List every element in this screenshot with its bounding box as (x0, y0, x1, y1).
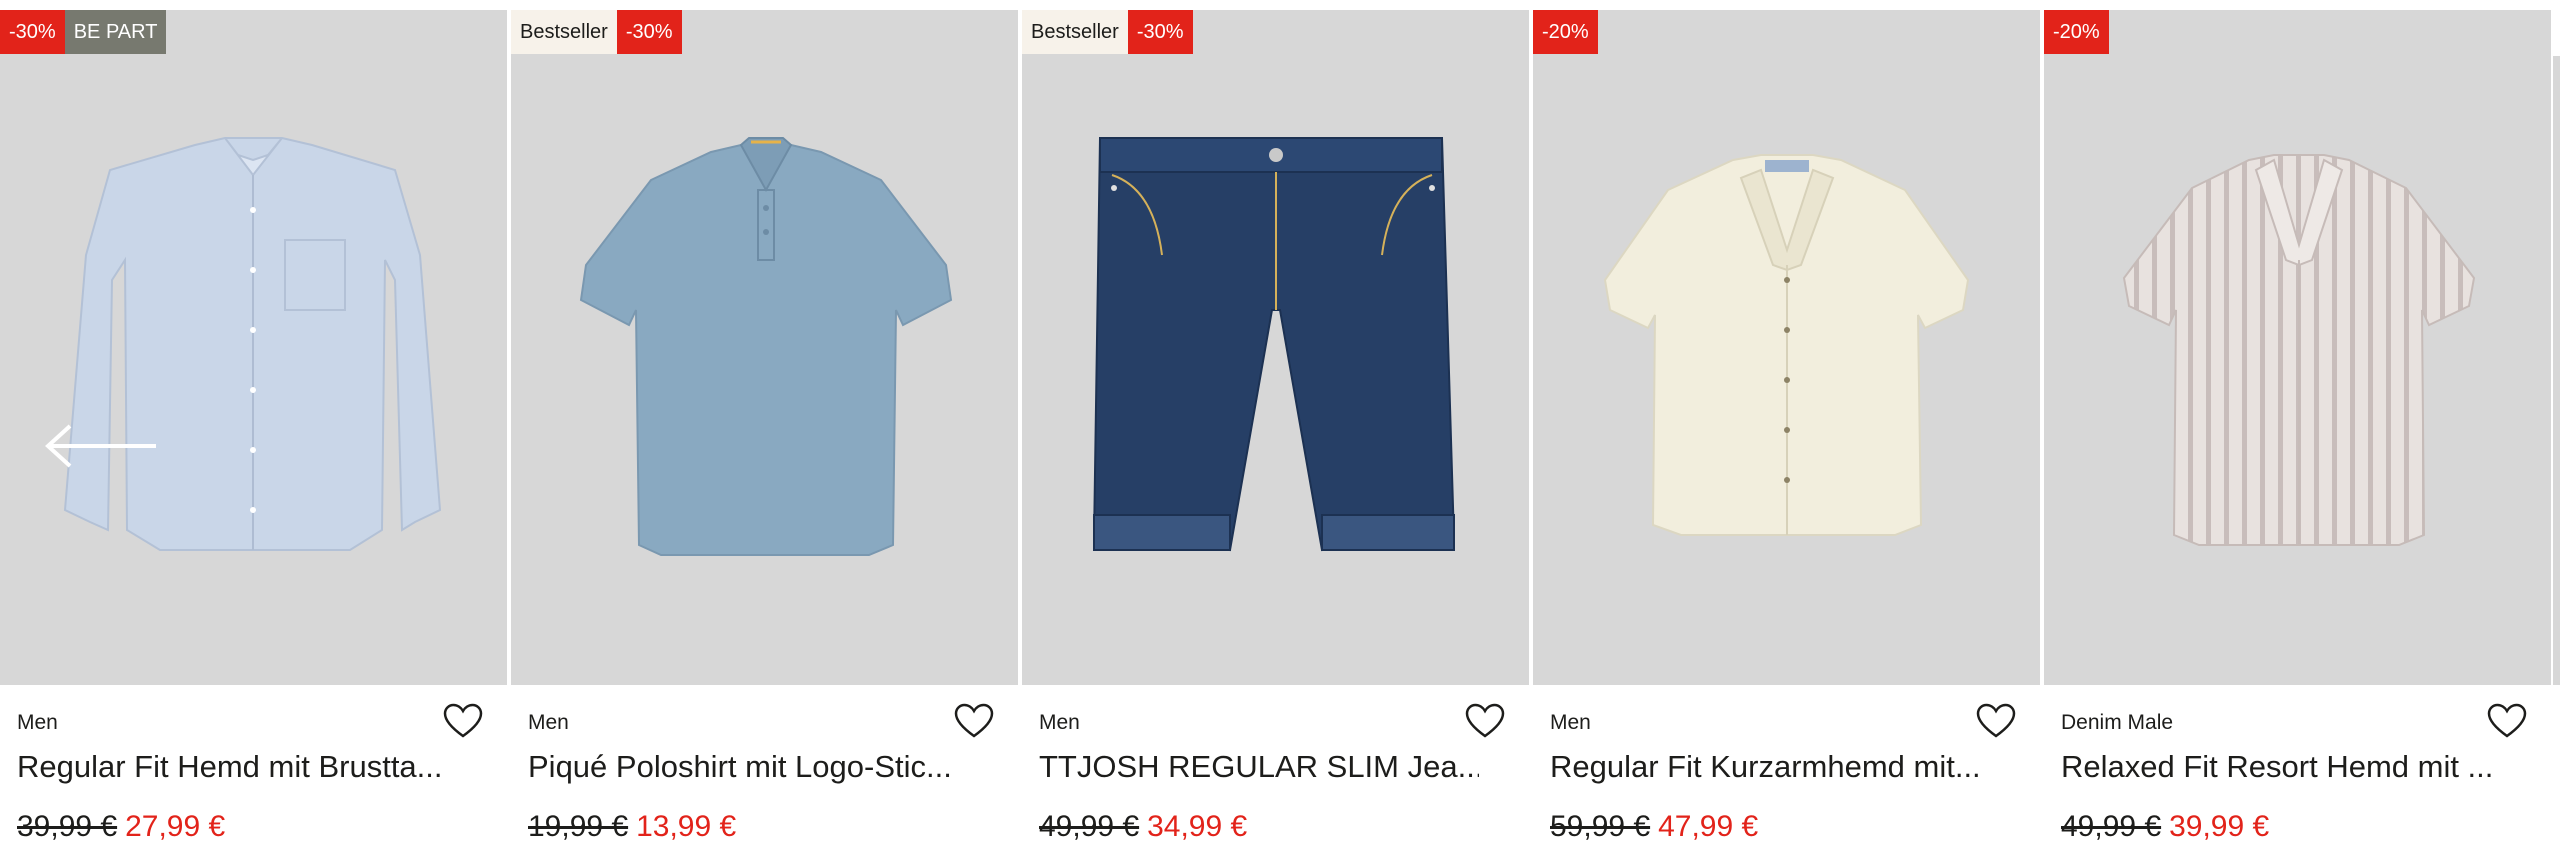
heart-icon[interactable] (1465, 703, 1505, 739)
price-block: 59,99 €47,99 € (1550, 810, 1758, 844)
next-card-peek (2553, 56, 2560, 685)
product-card[interactable]: Bestseller -30% Men Piqué Poloshirt mit … (511, 10, 1018, 852)
discount-badge: -30% (616, 10, 682, 54)
product-image-area[interactable]: Bestseller -30% (511, 10, 1018, 685)
discount-badge: -20% (2044, 10, 2109, 54)
product-title[interactable]: Piqué Poloshirt mit Logo-Stic... (528, 749, 968, 785)
product-title[interactable]: Regular Fit Hemd mit Brustta... (17, 749, 457, 785)
product-title[interactable]: TTJOSH REGULAR SLIM Jea... (1039, 749, 1479, 785)
original-price: 19,99 € (528, 810, 629, 843)
product-category: Men (1039, 711, 1080, 734)
product-info: Denim Male Relaxed Fit Resort Hemd mit .… (2044, 685, 2551, 852)
short-sleeve-shirt-icon (1603, 154, 1970, 536)
denim-shorts-icon (1092, 137, 1456, 552)
product-category: Denim Male (2061, 711, 2174, 734)
heart-icon[interactable] (2487, 703, 2527, 739)
price-block: 39,99 €27,99 € (17, 810, 225, 844)
discount-badge: -30% (1127, 10, 1193, 54)
product-info: Men Regular Fit Kurzarmhemd mit... 59,99… (1533, 685, 2040, 852)
discount-badge: -20% (1533, 10, 1598, 54)
product-category: Men (1550, 711, 1591, 734)
discount-badge: -30% (0, 10, 65, 54)
product-image-area[interactable]: -20% (2044, 10, 2551, 685)
long-sleeve-shirt-icon (63, 137, 442, 551)
product-card[interactable]: -20% Denim Male Relaxed Fit Resort Hemd … (2044, 10, 2551, 852)
original-price: 49,99 € (1039, 810, 1140, 843)
product-info: Men TTJOSH REGULAR SLIM Jea... 49,99 €34… (1022, 685, 1529, 852)
striped-resort-shirt-icon (2122, 154, 2476, 546)
product-info: Men Piqué Poloshirt mit Logo-Stic... 19,… (511, 685, 1018, 852)
heart-icon[interactable] (954, 703, 994, 739)
product-card[interactable]: -20% Men Regular Fit Kurzarmhemd mit... … (1533, 10, 2040, 852)
product-title[interactable]: Relaxed Fit Resort Hemd mit ... (2061, 749, 2501, 785)
product-image-area[interactable]: -30% BE PART (0, 10, 507, 685)
badge-group: -20% (2044, 10, 2109, 54)
arrow-left-icon[interactable] (40, 420, 160, 472)
sale-price: 34,99 € (1147, 810, 1248, 843)
be-part-badge: BE PART (64, 10, 167, 54)
product-category: Men (17, 711, 58, 734)
original-price: 59,99 € (1550, 810, 1651, 843)
original-price: 39,99 € (17, 810, 118, 843)
original-price: 49,99 € (2061, 810, 2162, 843)
badge-group: Bestseller -30% (1022, 10, 1193, 54)
product-carousel: -30% BE PART Men Regular Fit Hemd mit Br… (0, 0, 2560, 852)
price-block: 49,99 €34,99 € (1039, 810, 1247, 844)
product-image-area[interactable]: -20% (1533, 10, 2040, 685)
product-image-area[interactable]: Bestseller -30% (1022, 10, 1529, 685)
heart-icon[interactable] (1976, 703, 2016, 739)
price-block: 19,99 €13,99 € (528, 810, 736, 844)
product-title[interactable]: Regular Fit Kurzarmhemd mit... (1550, 749, 1990, 785)
heart-icon[interactable] (443, 703, 483, 739)
bestseller-badge: Bestseller (511, 10, 617, 54)
bestseller-badge: Bestseller (1022, 10, 1128, 54)
product-info: Men Regular Fit Hemd mit Brustta... 39,9… (0, 685, 507, 852)
polo-shirt-icon (579, 137, 953, 556)
product-card[interactable]: Bestseller -30% Men TTJOSH REGULAR SLIM … (1022, 10, 1529, 852)
badge-group: Bestseller -30% (511, 10, 682, 54)
sale-price: 47,99 € (1658, 810, 1759, 843)
badge-group: -20% (1533, 10, 1598, 54)
sale-price: 13,99 € (636, 810, 737, 843)
product-category: Men (528, 711, 569, 734)
sale-price: 39,99 € (2169, 810, 2270, 843)
sale-price: 27,99 € (125, 810, 226, 843)
badge-group: -30% BE PART (0, 10, 167, 54)
price-block: 49,99 €39,99 € (2061, 810, 2269, 844)
